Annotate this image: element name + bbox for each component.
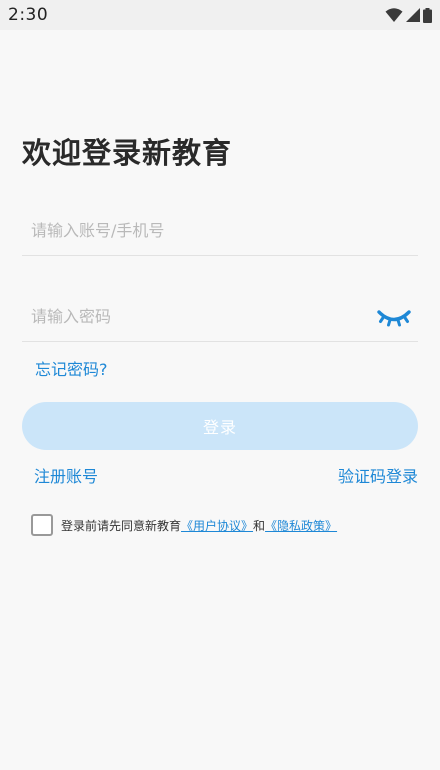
password-field-row <box>22 292 418 342</box>
account-field-row <box>22 206 418 256</box>
privacy-policy-link[interactable]: 《隐私政策》 <box>265 519 337 533</box>
battery-icon <box>423 7 432 23</box>
forgot-password-link[interactable]: 忘记密码? <box>35 356 108 380</box>
register-account-link[interactable]: 注册账号 <box>34 463 98 487</box>
agreement-checkbox[interactable] <box>31 514 53 536</box>
agreement-conjunction: 和 <box>253 519 266 533</box>
sms-code-login-link[interactable]: 验证码登录 <box>338 463 418 487</box>
cellular-signal-icon <box>406 8 420 22</box>
page-title: 欢迎登录新教育 <box>22 136 233 170</box>
status-bar: 2:30 <box>0 0 440 30</box>
status-time: 2:30 <box>8 5 49 25</box>
status-icons <box>385 7 432 23</box>
login-screen: 2:30 欢迎登录新教育 请输入账号/手机号 忘记密码? 登录 注册账号 验证码… <box>0 0 440 770</box>
user-agreement-link[interactable]: 《用户协议》 <box>181 519 253 533</box>
account-input[interactable] <box>22 206 362 255</box>
agreement-text: 登录前请先同意新教育《用户协议》和《隐私政策》 <box>61 517 337 534</box>
eye-closed-icon[interactable] <box>376 305 412 329</box>
agreement-prefix: 登录前请先同意新教育 <box>61 519 182 533</box>
wifi-icon <box>385 8 403 22</box>
login-button[interactable]: 登录 <box>22 402 418 450</box>
password-input[interactable] <box>22 292 362 341</box>
